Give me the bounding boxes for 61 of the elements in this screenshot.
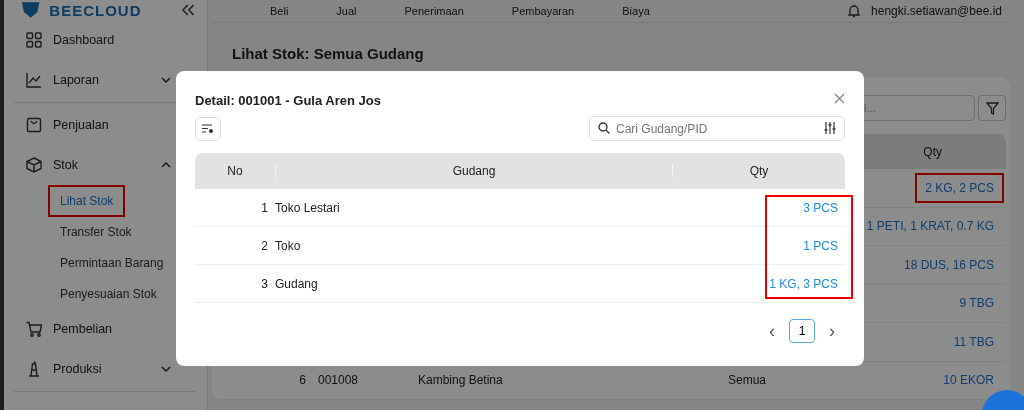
search-field[interactable]: Cari Gudang/PID	[589, 116, 845, 141]
logo-text: BEECLOUD	[49, 1, 142, 19]
qty-link[interactable]: 9 TBG	[949, 288, 1004, 319]
search-icon	[598, 122, 610, 134]
nav-link[interactable]: Pembayaran	[511, 5, 575, 17]
qty-link[interactable]: 3 PCS	[803, 200, 838, 215]
user-email: hengki.setiawan@bee.id	[871, 4, 1002, 18]
page-title: Lihat Stok: Semua Gudang	[232, 45, 425, 63]
sidebar-item[interactable]: Pembelian	[4, 309, 195, 349]
column-header: Gudang	[276, 164, 673, 178]
cart-icon	[26, 321, 42, 337]
nav-link[interactable]: Jual	[336, 5, 357, 17]
close-icon[interactable]	[834, 93, 845, 104]
nav-link[interactable]: Biaya	[622, 5, 650, 17]
table-cell-text: 001008	[317, 373, 360, 388]
sort-button[interactable]	[195, 116, 221, 141]
table-cell-text: Semua	[728, 373, 768, 388]
bag-icon	[26, 117, 42, 133]
qty-link[interactable]: 10 EKOR	[933, 365, 1004, 396]
column-header: No	[195, 164, 276, 178]
nav-link[interactable]: Beli	[270, 5, 289, 17]
sidebar-subitem[interactable]: Permintaan Barang	[48, 246, 176, 279]
filter-icon	[985, 101, 999, 115]
table-cell-text: 6	[298, 373, 306, 388]
bell-icon[interactable]	[847, 4, 862, 18]
page-button[interactable]: 1	[789, 319, 815, 343]
sidebar-item[interactable]: Penjualan	[4, 105, 195, 145]
table-cell-text: Kambing Betina	[418, 373, 504, 388]
qty-link[interactable]: 11 TBG	[943, 326, 1004, 357]
chart-icon	[26, 72, 42, 88]
table-cell-text: 2	[260, 238, 269, 253]
qty-link[interactable]: 18 DUS, 16 PCS	[893, 249, 1004, 280]
factory-icon	[26, 361, 42, 377]
table-cell-text: Gudang	[275, 276, 319, 291]
sidebar-subitem[interactable]: Transfer Stok	[48, 215, 144, 248]
box-icon	[26, 157, 42, 173]
qty-link[interactable]: 1 KG, 3 PCS	[769, 276, 838, 291]
collapse-icon[interactable]	[179, 4, 195, 16]
table-cell-text: 3	[260, 276, 269, 291]
filter-button[interactable]	[978, 95, 1006, 121]
table-cell-text: Toko	[275, 238, 302, 253]
sidebar-item[interactable]: Stok	[4, 145, 195, 185]
sidebar-subitem[interactable]: Lihat Stok	[48, 184, 126, 217]
table-cell-text: 1	[260, 200, 269, 215]
column-header: Qty	[923, 144, 942, 159]
sliders-icon[interactable]	[824, 122, 836, 134]
sidebar-subitem[interactable]: Penyesuaian Stok	[48, 277, 169, 310]
nav-link[interactable]: Penerimaan	[404, 5, 464, 17]
grid-icon	[26, 32, 42, 48]
column-header: Qty	[748, 164, 770, 178]
qty-link[interactable]: 2 KG, 2 PCS	[915, 172, 1004, 203]
table-cell-text: Toko Lestari	[275, 200, 341, 215]
qty-link[interactable]: 1 PCS	[803, 238, 838, 253]
sidebar-item[interactable]: Dashboard	[4, 20, 195, 60]
sidebar-item[interactable]: Produksi	[4, 349, 195, 389]
dialog-title: Detail: 001001 - Gula Aren Jos	[195, 93, 381, 108]
logo-icon	[20, 2, 42, 18]
sort-icon	[202, 123, 214, 134]
previous-page-button[interactable]: ‹	[763, 322, 781, 340]
next-page-button[interactable]: ›	[823, 322, 841, 340]
sidebar-item[interactable]: Laporan	[4, 60, 195, 100]
